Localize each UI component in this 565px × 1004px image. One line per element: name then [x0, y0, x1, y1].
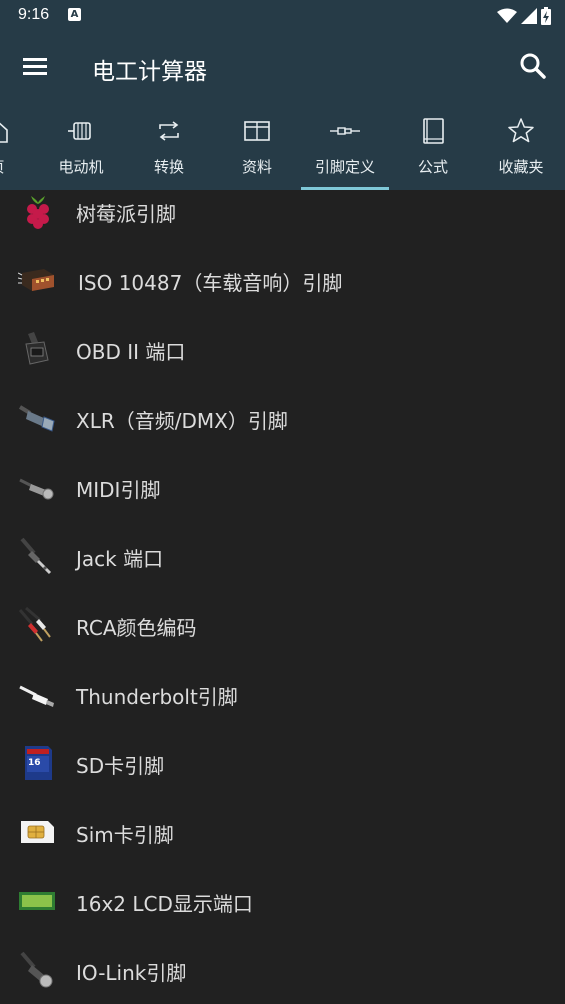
- wifi-icon: [497, 8, 517, 23]
- list-item-label: XLR（音频/DMX）引脚: [76, 409, 288, 433]
- tab-data[interactable]: 资料: [213, 102, 301, 190]
- list-item-lcd[interactable]: 16x2 LCD显示端口: [0, 866, 565, 935]
- home-icon: [0, 122, 8, 143]
- menu-icon: [23, 58, 47, 61]
- tab-motor[interactable]: 电动机: [37, 102, 125, 190]
- jack-plug-icon: [20, 537, 52, 575]
- list-item-obd-ii[interactable]: OBD II 端口: [0, 314, 565, 383]
- list-item-raspberry-pi[interactable]: 树莓派引脚: [0, 190, 565, 245]
- tab-bar: 页 电动机 转换 资料 引脚定义 公式 收藏夹: [0, 102, 565, 190]
- xlr-plug-icon: [18, 405, 55, 432]
- rca-plug-icon: [18, 606, 51, 642]
- io-link-plug-icon: [20, 951, 53, 988]
- status-icons: [497, 5, 551, 27]
- list-item-label: IO-Link引脚: [76, 961, 187, 985]
- list-item-label: 树莓派引脚: [76, 202, 176, 226]
- search-icon: [520, 53, 546, 79]
- list-item-midi[interactable]: MIDI引脚: [0, 452, 565, 521]
- tab-pinout[interactable]: 引脚定义: [301, 102, 389, 190]
- menu-icon-bar: [23, 65, 47, 68]
- tab-convert[interactable]: 转换: [125, 102, 213, 190]
- list-item-label: Sim卡引脚: [76, 823, 174, 847]
- list-item-label: Thunderbolt引脚: [76, 685, 238, 709]
- list-item-xlr[interactable]: XLR（音频/DMX）引脚: [0, 383, 565, 452]
- list-item-label: ISO 10487（车载音响）引脚: [78, 271, 343, 295]
- sim-card-icon: [21, 821, 54, 843]
- app-title: 电工计算器: [92, 59, 207, 85]
- raspberry-pi-icon: [27, 196, 49, 229]
- list-item-label: OBD II 端口: [76, 340, 186, 364]
- connector-icon: [330, 127, 360, 135]
- list-item-label: MIDI引脚: [76, 478, 161, 502]
- signal-icon: [521, 8, 537, 24]
- pinout-list: 树莓派引脚 ISO 10487（车载音响）引脚 OBD II 端口 XLR（音频…: [0, 190, 565, 1004]
- list-item-jack[interactable]: Jack 端口: [0, 521, 565, 590]
- notification-icon: A: [68, 8, 81, 21]
- list-item-iso-10487[interactable]: ISO 10487（车载音响）引脚: [0, 245, 565, 314]
- midi-plug-icon: [19, 478, 54, 500]
- tab-label: 资料: [241, 158, 272, 176]
- search-button[interactable]: [517, 50, 549, 82]
- book-icon: [423, 118, 444, 144]
- tab-label: 电动机: [58, 158, 104, 176]
- lcd-display-icon: [19, 892, 55, 910]
- list-item-label: SD卡引脚: [76, 754, 165, 778]
- iso-connector-icon: [18, 269, 54, 291]
- list-item-rca[interactable]: RCA颜色编码: [0, 590, 565, 659]
- status-time: 9:16: [18, 6, 50, 23]
- app-bar: 电工计算器: [0, 32, 565, 102]
- tab-favorites[interactable]: 收藏夹: [477, 102, 565, 190]
- status-bar: 9:16 A: [0, 0, 565, 32]
- table-icon: [244, 121, 270, 141]
- convert-icon: [159, 121, 179, 141]
- star-icon: [508, 118, 534, 143]
- tab-home[interactable]: 页: [0, 102, 41, 190]
- battery-icon: [541, 7, 551, 25]
- list-item-sd-card[interactable]: 16 SD卡引脚: [0, 728, 565, 797]
- menu-button[interactable]: [18, 52, 52, 82]
- list-item-label: Jack 端口: [76, 547, 164, 571]
- list-item-io-link[interactable]: IO-Link引脚: [0, 935, 565, 1004]
- menu-icon-bar: [23, 72, 47, 75]
- tab-label: 引脚定义: [314, 158, 375, 176]
- list-item-label: RCA颜色编码: [76, 616, 197, 640]
- motor-icon: [68, 122, 91, 140]
- tab-label: 收藏夹: [498, 158, 544, 176]
- tab-label: 页: [0, 156, 41, 177]
- list-item-thunderbolt[interactable]: Thunderbolt引脚: [0, 659, 565, 728]
- obd-port-icon: [25, 332, 49, 365]
- tab-label: 公式: [417, 158, 448, 176]
- list-item-label: 16x2 LCD显示端口: [76, 892, 253, 916]
- tab-formula[interactable]: 公式: [389, 102, 477, 190]
- thunderbolt-plug-icon: [19, 685, 54, 707]
- tab-label: 转换: [153, 158, 184, 176]
- list-item-sim-card[interactable]: Sim卡引脚: [0, 797, 565, 866]
- sd-card-icon-marking: 16: [28, 758, 41, 768]
